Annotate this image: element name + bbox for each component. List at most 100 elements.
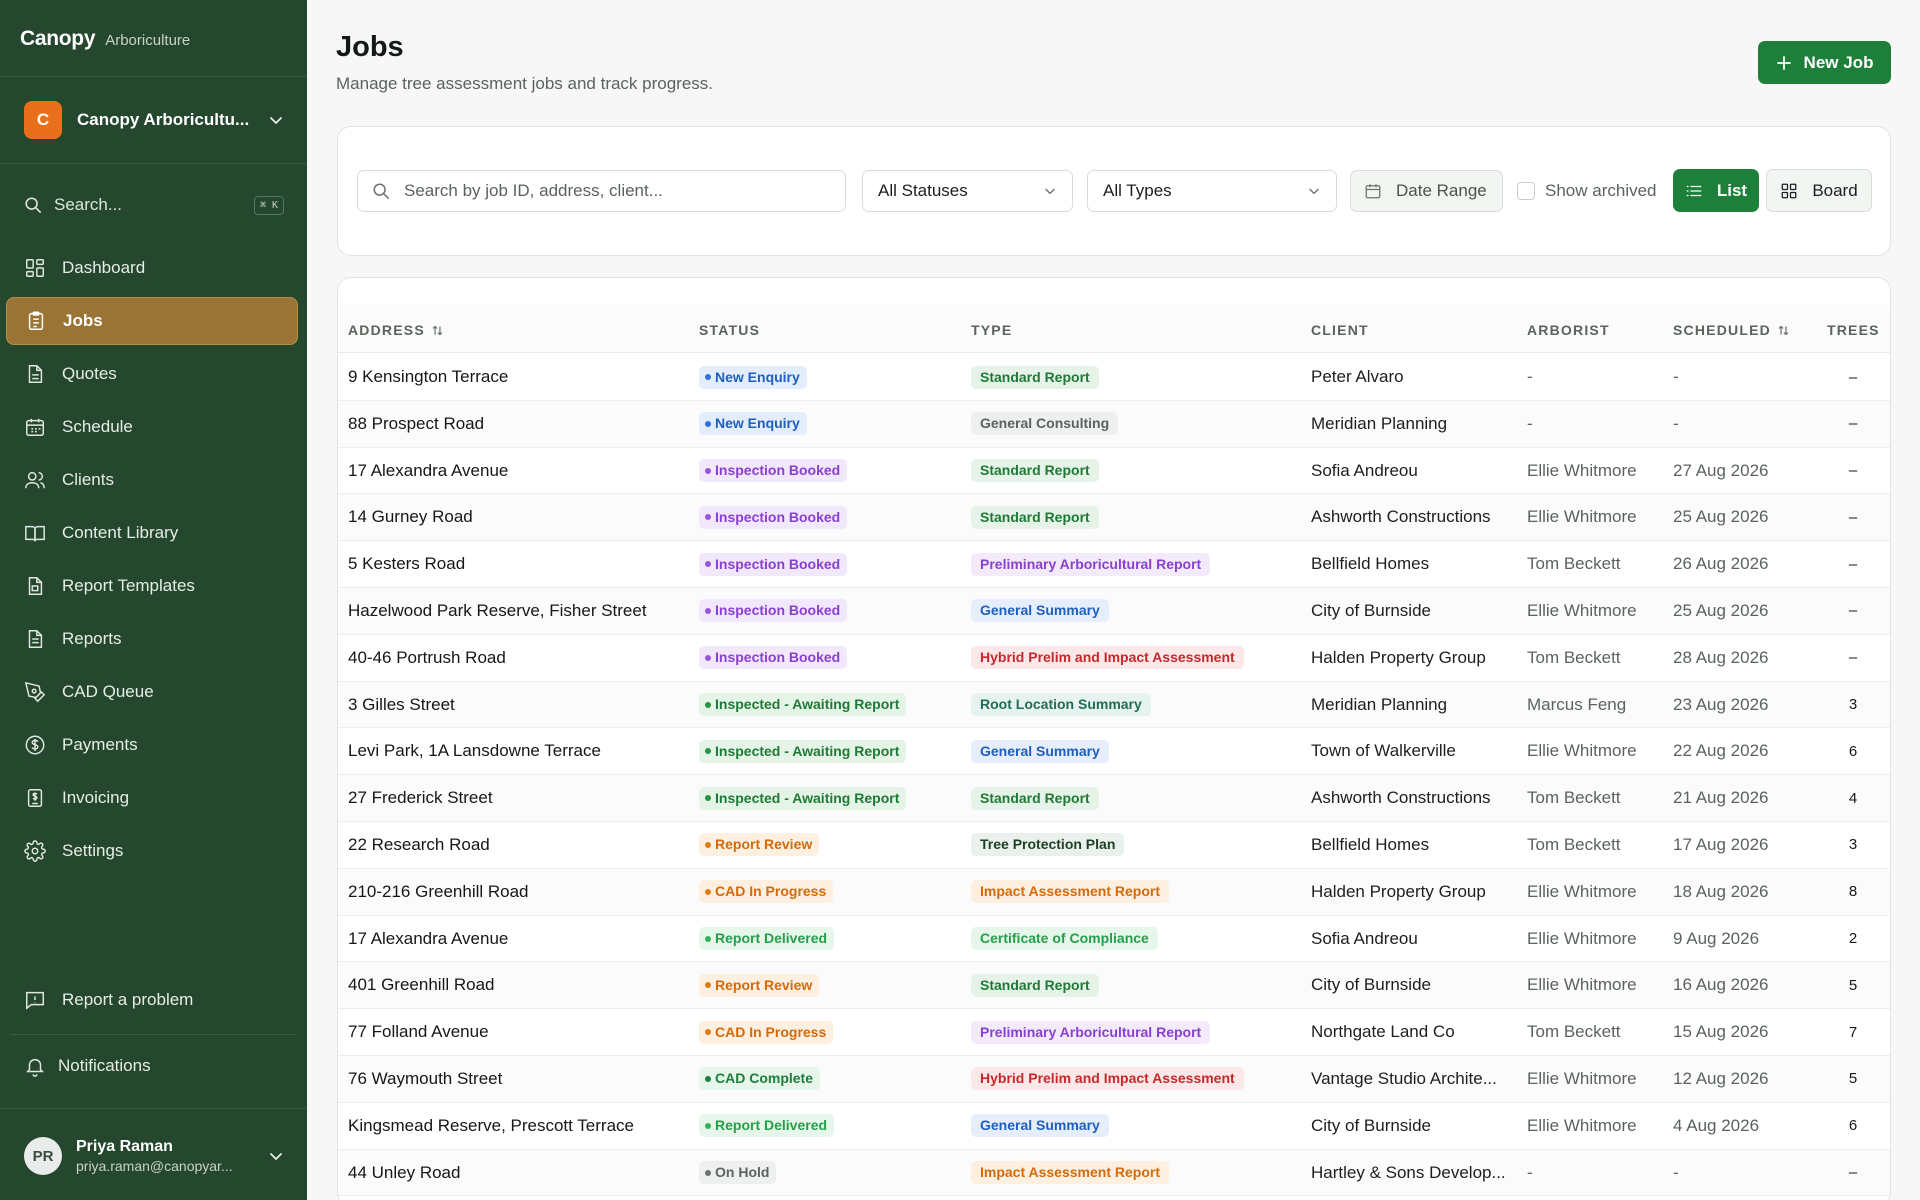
sidebar-item-dashboard[interactable]: Dashboard	[6, 244, 298, 292]
table-row[interactable]: 14 Gurney Road Inspection Booked Standard …	[338, 494, 1890, 542]
status-select[interactable]: All Statuses	[862, 170, 1073, 212]
table-row[interactable]: Hazelwood Park Reserve, Fisher Street Ins…	[338, 587, 1890, 635]
sidebar-item-clients[interactable]: Clients	[6, 456, 298, 504]
sidebar-search[interactable]: Search... ⌘ K	[24, 192, 284, 218]
status-dot-icon	[705, 1029, 711, 1036]
job-address[interactable]: 401 Greenhill Road	[348, 962, 678, 1008]
table-row[interactable]: 17 Alexandra Avenue Inspection Booked Stan…	[338, 448, 1890, 495]
report-icon	[28, 630, 43, 648]
sidebar-item-payments[interactable]: Payments	[6, 721, 298, 769]
job-address[interactable]: 27 Frederick Street	[348, 775, 678, 821]
status-dot-icon	[705, 1075, 711, 1082]
org-switcher[interactable]: C Canopy Arboricultu...	[24, 101, 286, 139]
status-cell: Inspection Booked	[699, 448, 848, 494]
list-view-button[interactable]: List	[1673, 169, 1759, 212]
user-menu[interactable]: PR Priya Raman priya.raman@canopyar...	[24, 1136, 286, 1176]
type-badge: Tree Protection Plan	[971, 833, 1125, 857]
scheduled-date: 18 Aug 2026	[1673, 881, 1769, 901]
status-dot-icon	[705, 514, 711, 521]
tree-count: –	[1848, 649, 1858, 667]
sidebar-item-jobs[interactable]: Jobs	[6, 297, 298, 345]
notifications-link[interactable]: Notifications	[24, 1055, 151, 1077]
status-cell: New Enquiry	[699, 354, 807, 400]
search-icon	[373, 183, 389, 199]
status-dot-icon	[705, 654, 711, 661]
table-row[interactable]: 27 Frederick Street Inspected - Awaiting …	[338, 775, 1890, 822]
table-row[interactable]: 44 Unley Road On Hold Impact Assessment Re…	[338, 1149, 1890, 1197]
job-address[interactable]: 22 Research Road	[348, 822, 678, 868]
show-archived-checkbox[interactable]	[1517, 182, 1535, 200]
column-header-scheduled[interactable]: SCHEDULED	[1673, 322, 1790, 338]
table-row[interactable]: Kingsmead Reserve, Prescott Terrace Repor…	[338, 1103, 1890, 1150]
jobs-table: ADDRESS STATUS TYPE CLIENT ARBORIST SCHE…	[337, 277, 1891, 1200]
job-address[interactable]: 77 Folland Avenue	[348, 1009, 678, 1055]
brand-name: Canopy	[20, 27, 96, 50]
job-address[interactable]: 17 Alexandra Avenue	[348, 916, 678, 962]
scheduled-date: 25 Aug 2026	[1673, 507, 1769, 527]
table-row[interactable]: 5 Kesters Road Inspection Booked Prelimina…	[338, 541, 1890, 588]
status-dot-icon	[705, 467, 711, 474]
job-address[interactable]: 44 Unley Road	[348, 1150, 678, 1196]
column-header-address[interactable]: ADDRESS	[348, 322, 444, 338]
job-address[interactable]: Hazelwood Park Reserve, Fisher Street	[348, 588, 678, 634]
sidebar-item-cad-queue[interactable]: CAD Queue	[6, 668, 298, 716]
status-dot-icon	[705, 561, 711, 568]
sidebar-item-quotes[interactable]: Quotes	[6, 350, 298, 398]
clipboard-icon	[28, 311, 44, 330]
sidebar-item-label: Quotes	[62, 364, 117, 383]
sidebar-item-settings[interactable]: Settings	[6, 827, 298, 875]
table-row[interactable]: 22 Research Road Report Review Tree Protec…	[338, 822, 1890, 869]
board-view-button[interactable]: Board	[1766, 169, 1872, 212]
status-cell: Report Delivered	[699, 1103, 835, 1149]
table-row[interactable]: 40-46 Portrush Road Inspection Booked Hybr…	[338, 635, 1890, 682]
status-label: Report Review	[715, 976, 813, 993]
table-row[interactable]: 17 Alexandra Avenue Report Delivered Certi…	[338, 916, 1890, 963]
table-row[interactable]: 76 Waymouth Street CAD Complete Hybrid Pre…	[338, 1055, 1890, 1103]
table-row[interactable]: 401 Greenhill Road Report Review Standard …	[338, 962, 1890, 1010]
job-address[interactable]: 76 Waymouth Street	[348, 1056, 678, 1102]
status-dot-icon	[705, 607, 711, 614]
client-name: Sofia Andreou	[1311, 928, 1418, 948]
job-address[interactable]: 88 Prospect Road	[348, 401, 678, 447]
job-address[interactable]: Levi Park, 1A Lansdowne Terrace	[348, 728, 678, 774]
sidebar-item-report-templates[interactable]: Report Templates	[6, 562, 298, 610]
column-label: TYPE	[971, 322, 1013, 338]
job-address[interactable]: 14 Gurney Road	[348, 494, 678, 540]
status-badge: Inspection Booked	[699, 552, 848, 576]
type-badge: Preliminary Arboricultural Report	[971, 1020, 1211, 1044]
table-row[interactable]: 3 Gilles Street Inspected - Awaiting Repo…	[338, 681, 1890, 729]
status-badge: Report Review	[699, 833, 820, 857]
table-row[interactable]: Levi Park, 1A Lansdowne Terrace Inspected…	[338, 728, 1890, 776]
table-row[interactable]: 88 Prospect Road New Enquiry General Consu…	[338, 400, 1890, 448]
type-select[interactable]: All Types	[1087, 170, 1337, 212]
dashboard-icon	[26, 259, 44, 277]
job-address[interactable]: 3 Gilles Street	[348, 682, 678, 728]
status-label: Report Review	[715, 836, 813, 853]
table-row[interactable]: 210-216 Greenhill Road CAD In Progress Imp…	[338, 868, 1890, 916]
client-name: Meridian Planning	[1311, 694, 1448, 714]
job-address[interactable]: 5 Kesters Road	[348, 541, 678, 587]
job-address[interactable]: 9 Kensington Terrace	[348, 354, 678, 400]
plus-icon	[1776, 55, 1791, 70]
show-archived-toggle[interactable]: Show archived	[1517, 181, 1657, 201]
chevron-down-icon	[1045, 188, 1055, 195]
tree-count: –	[1848, 1164, 1858, 1182]
org-name: Canopy Arboricultu...	[77, 110, 250, 129]
sidebar-item-schedule[interactable]: Schedule	[6, 403, 298, 451]
sidebar-item-content-library[interactable]: Content Library	[6, 509, 298, 557]
job-address[interactable]: 17 Alexandra Avenue	[348, 448, 678, 494]
brand[interactable]: Canopy Arboriculture	[20, 27, 190, 51]
table-row[interactable]: 9 Kensington Terrace New Enquiry Standard …	[338, 354, 1890, 401]
job-search-input[interactable]	[404, 181, 824, 201]
scheduled-date: 21 Aug 2026	[1673, 788, 1769, 808]
job-address[interactable]: 40-46 Portrush Road	[348, 635, 678, 681]
job-address[interactable]: 210-216 Greenhill Road	[348, 869, 678, 915]
job-address[interactable]: Kingsmead Reserve, Prescott Terrace	[348, 1103, 678, 1149]
table-row[interactable]: 77 Folland Avenue CAD In Progress Prelimin…	[338, 1009, 1890, 1056]
sidebar-item-reports[interactable]: Reports	[6, 615, 298, 663]
date-range-button[interactable]: Date Range	[1350, 170, 1503, 212]
new-job-button[interactable]: New Job	[1758, 41, 1891, 84]
sidebar-item-invoicing[interactable]: Invoicing	[6, 774, 298, 822]
show-archived-label: Show archived	[1545, 181, 1657, 200]
report-problem-link[interactable]: Report a problem	[24, 989, 193, 1011]
